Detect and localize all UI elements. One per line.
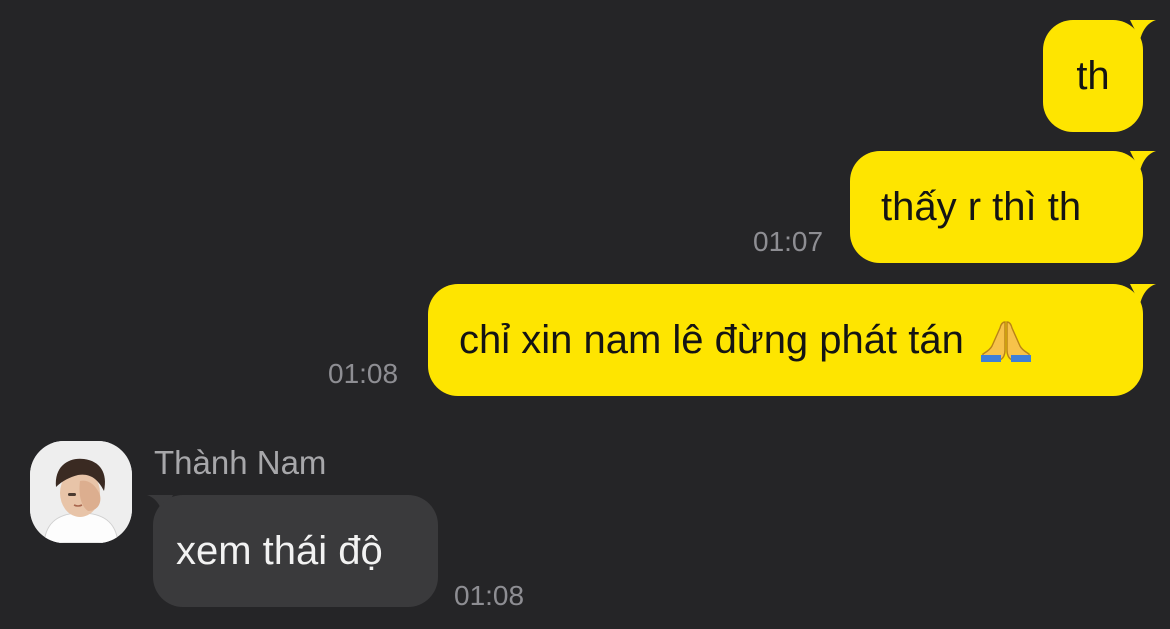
avatar-image <box>30 441 132 543</box>
message-timestamp: 01:07 <box>753 226 824 257</box>
bubble-tail <box>1130 284 1156 304</box>
folded-hands-icon <box>980 321 1031 362</box>
outgoing-message-bubble[interactable]: th <box>1043 20 1143 132</box>
message-text: xem thái độ <box>176 529 383 573</box>
message-timestamp: 01:08 <box>328 358 399 389</box>
outgoing-message-bubble[interactable]: thấy r thì th <box>850 151 1143 263</box>
message-text: th <box>1076 54 1110 98</box>
message-text: thấy r thì th <box>881 185 1082 229</box>
sender-name: Thành Nam <box>154 444 327 481</box>
message-text: chỉ xin nam lê đừng phát tán <box>459 318 964 362</box>
incoming-message-bubble[interactable]: xem thái độ <box>153 495 438 607</box>
bubble-tail <box>1130 20 1156 40</box>
avatar[interactable] <box>30 441 132 543</box>
bubble-tail <box>1130 151 1156 171</box>
outgoing-message-bubble[interactable]: chỉ xin nam lê đừng phát tán <box>428 284 1143 396</box>
message-timestamp: 01:08 <box>454 580 525 611</box>
chat-thread[interactable]: th thấy r thì th 01:07 chỉ xin nam lê đừ… <box>0 0 1170 629</box>
